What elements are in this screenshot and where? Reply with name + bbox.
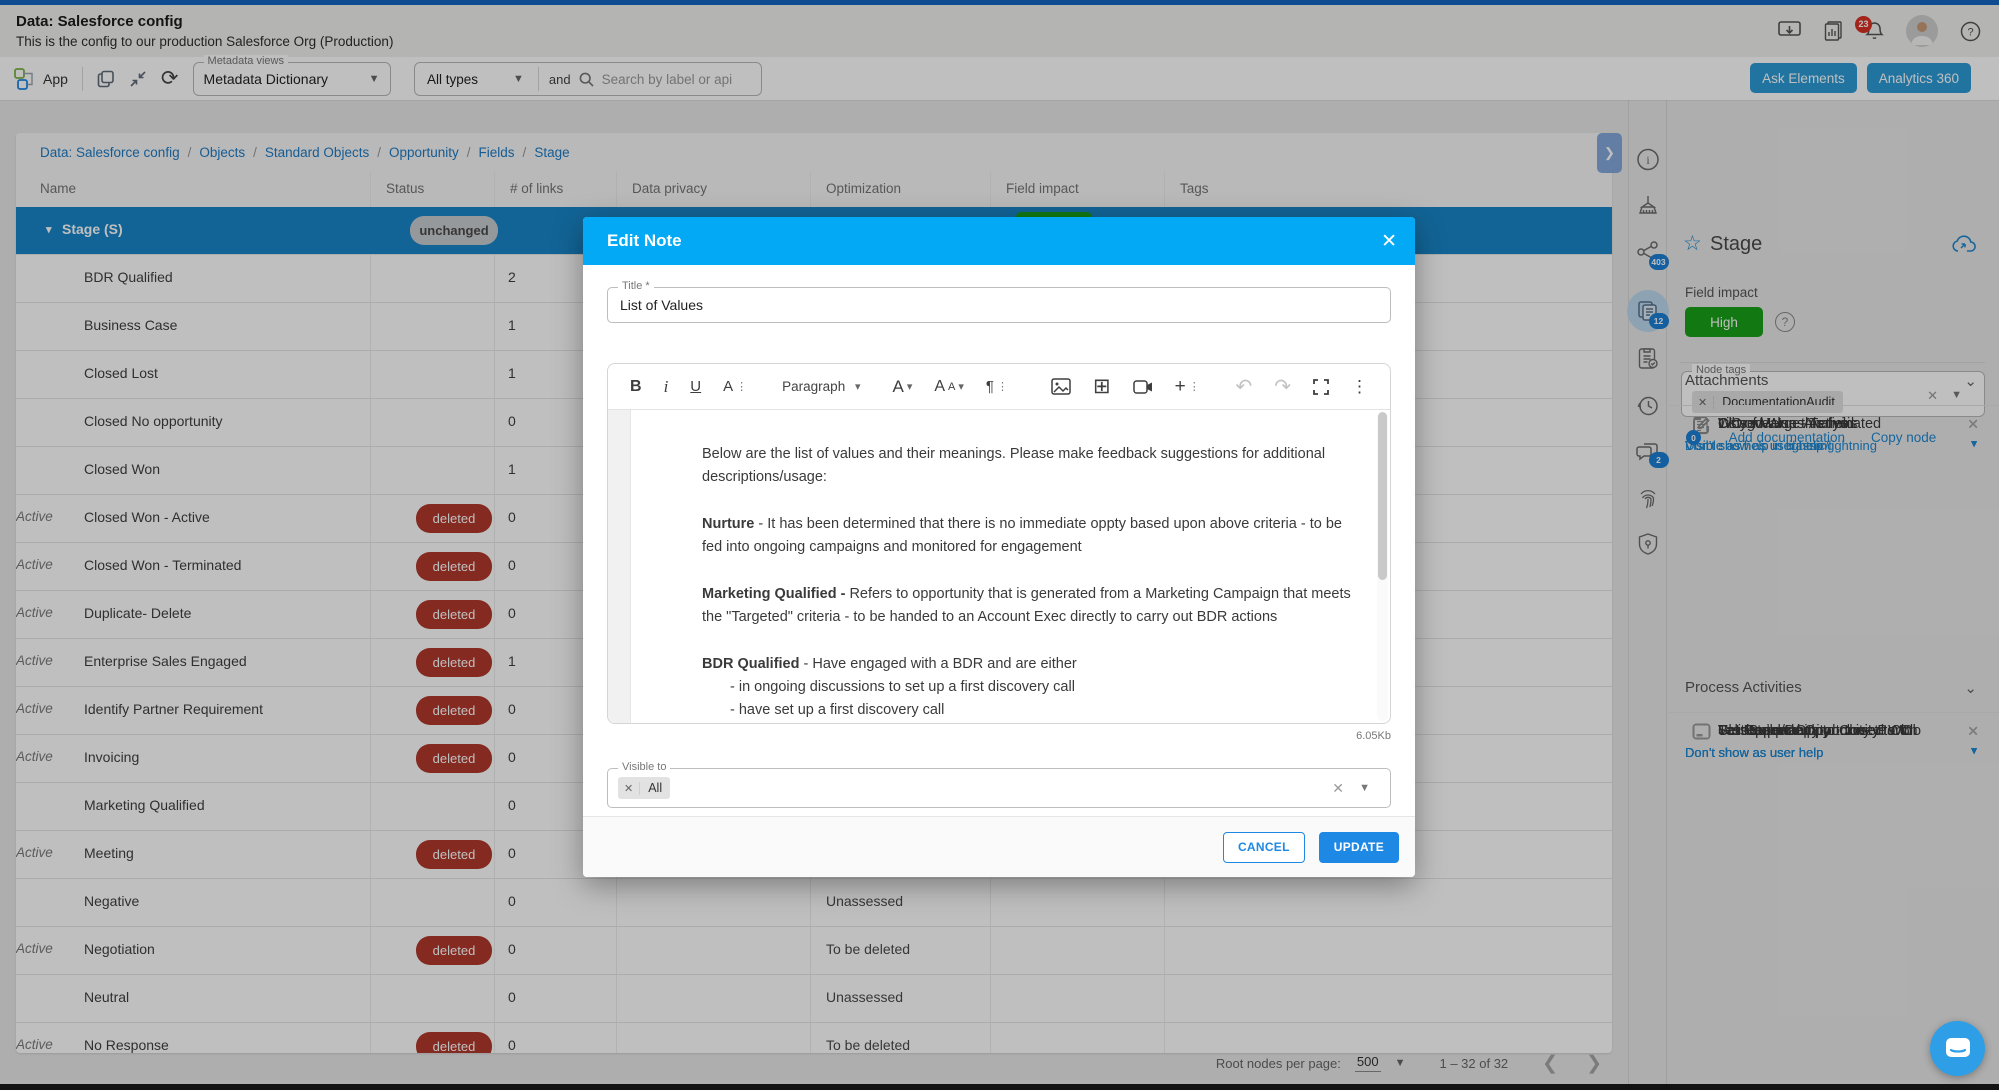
bold-button[interactable]: B [630, 378, 642, 396]
redo-icon[interactable]: ↷ [1274, 374, 1291, 399]
note-size-label: 6.05Kb [1356, 730, 1391, 742]
rich-text-editor[interactable]: B i U A⋮ Paragraph ▾ A▾ AA▾ ¶⋮ ⊞ +⋮ ↶ ↷ [607, 363, 1391, 724]
insert-more-button[interactable]: +⋮ [1175, 376, 1199, 398]
note-title-field[interactable]: Title * List of Values [607, 287, 1391, 323]
paragraph-options-button[interactable]: ¶⋮ [986, 378, 1007, 395]
font-color-button[interactable]: A▾ [893, 377, 913, 397]
paragraph-format-select[interactable]: Paragraph ▾ [782, 379, 860, 394]
note-paragraph: Nurture - It has been determined that th… [702, 513, 1360, 559]
modal-title: Edit Note [607, 231, 682, 251]
modal-footer: CANCEL UPDATE [583, 816, 1415, 877]
insert-table-icon[interactable]: ⊞ [1093, 374, 1111, 399]
editor-content[interactable]: Below are the list of values and their m… [702, 410, 1360, 723]
editor-gutter [608, 410, 631, 723]
clear-icon[interactable]: ✕ [1332, 780, 1344, 797]
underline-button[interactable]: U [690, 378, 701, 395]
bottom-edge-bar [0, 1084, 1999, 1090]
close-icon[interactable]: ✕ [1381, 230, 1397, 253]
text-styles-button[interactable]: A⋮ [723, 378, 746, 395]
note-paragraph: BDR Qualified - Have engaged with a BDR … [702, 653, 1360, 722]
insert-video-icon[interactable] [1133, 380, 1153, 394]
modal-header: Edit Note [583, 217, 1415, 265]
fullscreen-icon[interactable] [1313, 379, 1329, 395]
title-field-value: List of Values [620, 297, 703, 313]
note-paragraph: Below are the list of values and their m… [702, 443, 1360, 489]
insert-image-icon[interactable] [1051, 378, 1071, 395]
note-paragraph: Marketing Qualified - Refers to opportun… [702, 583, 1360, 629]
editor-scrollbar[interactable] [1377, 412, 1388, 721]
editor-toolbar: B i U A⋮ Paragraph ▾ A▾ AA▾ ¶⋮ ⊞ +⋮ ↶ ↷ [608, 364, 1390, 410]
font-size-button[interactable]: AA▾ [934, 378, 964, 396]
visible-to-field[interactable]: Visible to ✕ All ✕ ▼ [607, 768, 1391, 808]
visible-to-label: Visible to [618, 761, 670, 773]
cancel-button[interactable]: CANCEL [1223, 832, 1305, 863]
kebab-menu-icon[interactable]: ⋮ [1351, 377, 1368, 397]
italic-button[interactable]: i [664, 377, 669, 397]
visible-to-value: All [640, 781, 670, 795]
visible-to-chip: ✕ All [618, 777, 670, 799]
update-button[interactable]: UPDATE [1319, 832, 1399, 863]
scrollbar-thumb[interactable] [1378, 412, 1387, 580]
remove-chip-icon[interactable]: ✕ [618, 782, 640, 795]
title-field-label: Title * [618, 280, 654, 292]
undo-icon[interactable]: ↶ [1235, 374, 1252, 399]
chat-widget-button[interactable] [1930, 1021, 1985, 1076]
edit-note-modal: Edit Note ✕ Title * List of Values B i U… [583, 217, 1415, 877]
chevron-down-icon[interactable]: ▼ [1359, 782, 1370, 794]
